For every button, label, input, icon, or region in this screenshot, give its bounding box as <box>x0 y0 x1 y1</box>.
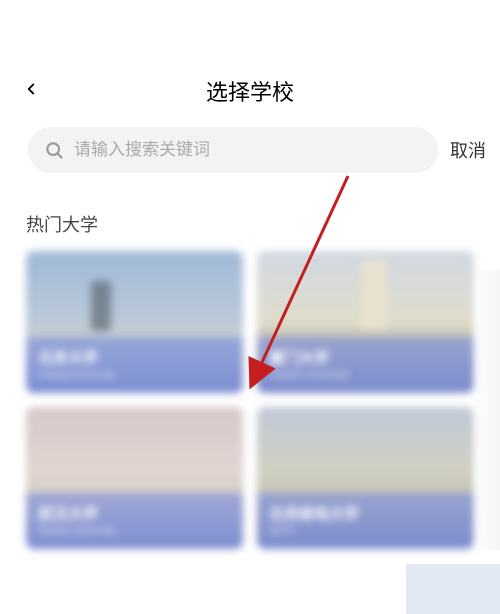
school-name: 北京邮电大学 <box>269 503 462 524</box>
school-overlay: 北京邮电大学 BUPT <box>257 493 474 549</box>
popular-grid: 北京大学 Peking University 厦门大学 Xiamen Unive… <box>0 251 500 549</box>
cancel-button[interactable]: 取消 <box>450 137 486 163</box>
header: 选择学校 <box>0 0 500 127</box>
school-card[interactable]: 北京大学 Peking University <box>26 251 243 393</box>
school-sub: Wuhan University <box>38 526 231 537</box>
side-fade <box>470 270 500 550</box>
search-input[interactable] <box>74 140 422 160</box>
school-sub: Xiamen University <box>269 370 462 381</box>
page-title: 选择学校 <box>20 75 480 107</box>
corner-block <box>406 564 500 614</box>
school-overlay: 厦门大学 Xiamen University <box>257 337 474 393</box>
school-name: 厦门大学 <box>269 347 462 368</box>
school-name: 北京大学 <box>38 347 231 368</box>
school-card[interactable]: 武汉大学 Wuhan University <box>26 407 243 549</box>
search-box[interactable] <box>28 127 438 173</box>
school-name: 武汉大学 <box>38 503 231 524</box>
section-title-popular: 热门大学 <box>0 173 500 251</box>
school-sub: BUPT <box>269 526 462 537</box>
school-card[interactable]: 厦门大学 Xiamen University <box>257 251 474 393</box>
search-row: 取消 <box>0 127 500 173</box>
school-overlay: 武汉大学 Wuhan University <box>26 493 243 549</box>
school-overlay: 北京大学 Peking University <box>26 337 243 393</box>
search-icon <box>44 140 64 160</box>
school-card[interactable]: 北京邮电大学 BUPT <box>257 407 474 549</box>
school-sub: Peking University <box>38 370 231 381</box>
back-icon[interactable] <box>22 80 40 103</box>
